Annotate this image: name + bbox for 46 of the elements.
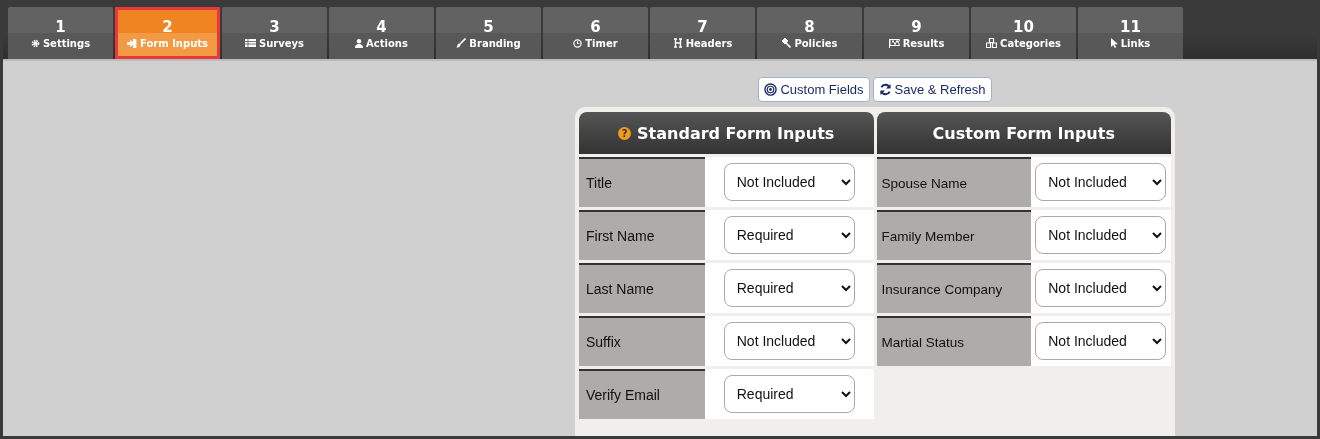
select-field[interactable]: Required (723, 375, 855, 413)
gear-icon (30, 38, 40, 48)
select-field[interactable]: Not Included (723, 322, 855, 360)
select-field[interactable]: Not Included (723, 163, 855, 201)
select-field[interactable]: Not Included (1035, 269, 1167, 307)
section-title: Standard Form Inputs (637, 123, 835, 143)
tab[interactable]: 11 Links (1078, 7, 1183, 59)
field-label: Last Name (579, 263, 705, 313)
tab[interactable]: 10 Categories (971, 7, 1076, 59)
field-label: First Name (579, 210, 705, 260)
header-icon (672, 38, 683, 48)
field-label: Verify Email (579, 369, 705, 419)
tab[interactable]: 1 Settings (8, 7, 113, 59)
toolbar-button[interactable]: Save & Refresh (872, 77, 992, 102)
sign-in-icon (127, 38, 137, 48)
field-label: Suffix (579, 316, 705, 366)
list-icon (245, 39, 256, 47)
tab[interactable]: 9 Results (864, 7, 969, 59)
tab[interactable]: 4 Actions (329, 7, 434, 59)
target-icon (764, 83, 778, 96)
refresh-icon (878, 83, 892, 96)
tab[interactable]: 5 Branding (436, 7, 541, 59)
gavel-icon (781, 38, 792, 48)
tab[interactable]: 8 Policies (757, 7, 862, 59)
select-field[interactable]: Required (723, 216, 855, 254)
select-field[interactable]: Not Included (1035, 322, 1167, 360)
help-icon: ? (618, 126, 632, 140)
select-field[interactable]: Required (723, 269, 855, 307)
field-label: Martial Status (876, 316, 1031, 366)
select-field[interactable]: Not Included (1035, 216, 1167, 254)
field-label: Family Member (876, 210, 1031, 260)
brush-icon (456, 38, 467, 48)
tab[interactable]: 6 Timer (543, 7, 648, 59)
select-field[interactable]: Not Included (1035, 163, 1167, 201)
toolbar-button[interactable]: Custom Fields (758, 77, 870, 102)
field-label: Insurance Company (876, 263, 1031, 313)
section-title: Custom Form Inputs (932, 123, 1115, 143)
pointer-icon (1110, 38, 1118, 48)
tab[interactable]: 7 Headers (650, 7, 755, 59)
field-label: Title (579, 157, 705, 207)
field-label: Spouse Name (876, 157, 1031, 207)
tab[interactable]: 3 Surveys (222, 7, 327, 59)
flag-icon (888, 38, 900, 48)
clock-icon (573, 38, 583, 48)
user-icon (355, 38, 364, 48)
cubes-icon (986, 38, 998, 48)
